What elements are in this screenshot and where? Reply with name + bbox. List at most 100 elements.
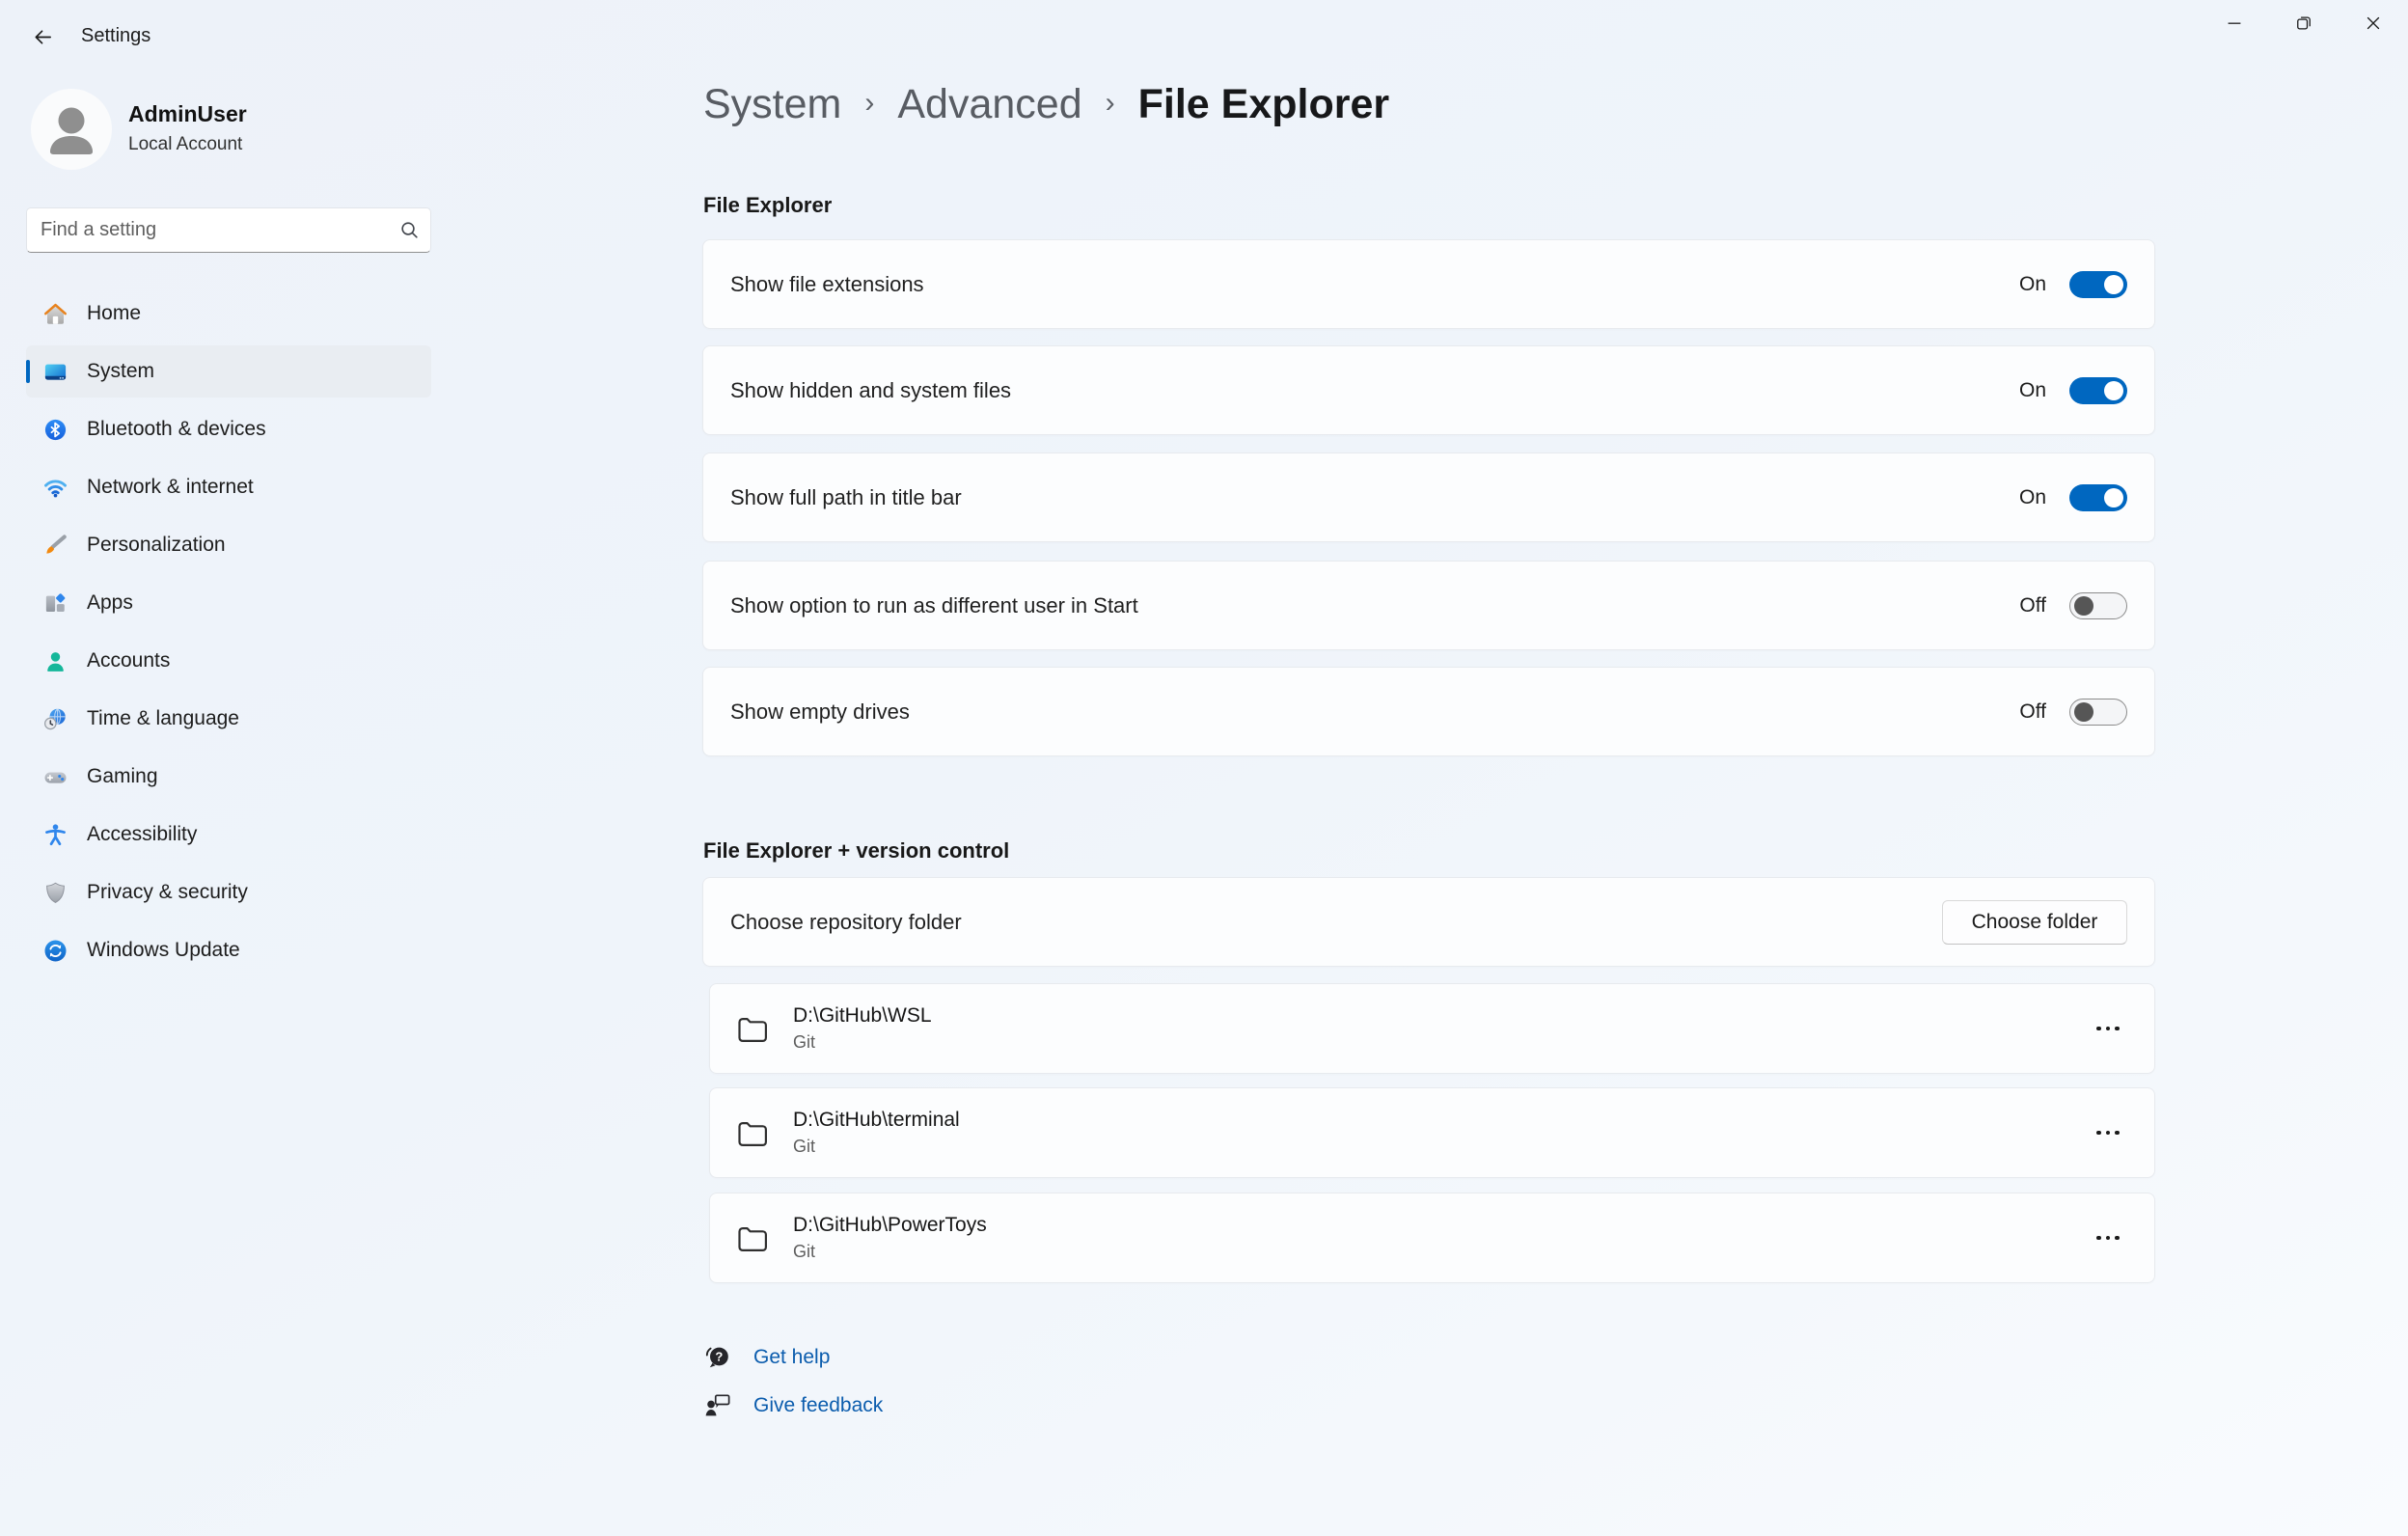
windows-update-icon bbox=[42, 938, 68, 964]
toggle-knob bbox=[2074, 702, 2093, 722]
avatar bbox=[31, 89, 112, 170]
breadcrumb: System › Advanced › File Explorer bbox=[703, 81, 1389, 128]
time-language-icon bbox=[42, 706, 68, 732]
more-options-button[interactable] bbox=[2087, 1009, 2129, 1048]
ellipsis-icon bbox=[2106, 1027, 2111, 1031]
sidebar-item-label: Network & internet bbox=[87, 476, 254, 499]
give-feedback-link[interactable]: Give feedback bbox=[753, 1394, 883, 1417]
back-button[interactable] bbox=[21, 17, 64, 56]
sidebar-item-label: Time & language bbox=[87, 707, 239, 730]
sidebar-item-home[interactable]: Home bbox=[26, 288, 431, 340]
toggle-switch[interactable] bbox=[2069, 377, 2127, 404]
profile-account-type: Local Account bbox=[128, 134, 242, 155]
toggle-switch[interactable] bbox=[2069, 484, 2127, 511]
sidebar-item-privacy-security[interactable]: Privacy & security bbox=[26, 866, 431, 919]
toggle-switch[interactable] bbox=[2069, 271, 2127, 298]
ellipsis-icon bbox=[2106, 1236, 2111, 1241]
sidebar-nav: Home System Bluetooth & devices Network … bbox=[26, 288, 431, 982]
setting-row-show-file-extensions: Show file extensions On bbox=[702, 239, 2155, 329]
restore-button[interactable] bbox=[2269, 0, 2339, 45]
search-icon[interactable] bbox=[399, 220, 420, 240]
selection-indicator bbox=[26, 360, 30, 383]
get-help-row: ? Get help bbox=[703, 1337, 830, 1378]
folder-path: D:\GitHub\terminal bbox=[793, 1109, 960, 1132]
ellipsis-icon bbox=[2096, 1027, 2101, 1031]
folder-vcs-label: Git bbox=[793, 1137, 960, 1157]
window-controls bbox=[2200, 0, 2408, 45]
sidebar-item-accounts[interactable]: Accounts bbox=[26, 635, 431, 687]
toggle-state-label: Off bbox=[2019, 594, 2046, 617]
svg-text:?: ? bbox=[715, 1350, 723, 1364]
repository-row-wsl: D:\GitHub\WSL Git bbox=[709, 983, 2155, 1074]
setting-label: Choose repository folder bbox=[730, 910, 1942, 935]
window-title: Settings bbox=[81, 25, 150, 47]
folder-vcs-label: Git bbox=[793, 1242, 987, 1262]
sidebar-item-label: Gaming bbox=[87, 765, 158, 788]
toggle-state-label: Off bbox=[2019, 700, 2046, 724]
sidebar-item-personalization[interactable]: Personalization bbox=[26, 519, 431, 571]
sidebar-item-apps[interactable]: Apps bbox=[26, 577, 431, 629]
ellipsis-icon bbox=[2115, 1027, 2120, 1031]
more-options-button[interactable] bbox=[2087, 1113, 2129, 1152]
toggle-switch[interactable] bbox=[2069, 592, 2127, 619]
toggle-switch[interactable] bbox=[2069, 699, 2127, 726]
setting-row-show-hidden-system-files: Show hidden and system files On bbox=[702, 345, 2155, 435]
ellipsis-icon bbox=[2115, 1236, 2120, 1241]
more-options-button[interactable] bbox=[2087, 1219, 2129, 1257]
get-help-link[interactable]: Get help bbox=[753, 1346, 830, 1369]
minimize-button[interactable] bbox=[2200, 0, 2269, 45]
toggle-knob bbox=[2104, 488, 2123, 507]
setting-row-choose-repository-folder: Choose repository folder Choose folder bbox=[702, 877, 2155, 967]
toggle-knob bbox=[2104, 381, 2123, 400]
sidebar-item-label: Windows Update bbox=[87, 939, 240, 962]
folder-path: D:\GitHub\PowerToys bbox=[793, 1214, 987, 1237]
minimize-icon bbox=[2224, 13, 2245, 34]
bluetooth-icon bbox=[42, 417, 68, 443]
toggle-state-label: On bbox=[2019, 486, 2046, 509]
sidebar-item-accessibility[interactable]: Accessibility bbox=[26, 809, 431, 861]
sidebar-item-bluetooth-devices[interactable]: Bluetooth & devices bbox=[26, 403, 431, 455]
folder-path: D:\GitHub\WSL bbox=[793, 1004, 932, 1028]
sidebar-item-label: Personalization bbox=[87, 534, 226, 557]
sidebar-item-label: Bluetooth & devices bbox=[87, 418, 266, 441]
toggle-group: Off bbox=[2019, 699, 2127, 726]
toggle-group: On bbox=[2019, 377, 2127, 404]
ellipsis-icon bbox=[2115, 1131, 2120, 1136]
sidebar-item-gaming[interactable]: Gaming bbox=[26, 751, 431, 803]
sidebar-item-network-internet[interactable]: Network & internet bbox=[26, 461, 431, 513]
toggle-knob bbox=[2104, 275, 2123, 294]
setting-row-show-empty-drives: Show empty drives Off bbox=[702, 667, 2155, 756]
accessibility-icon bbox=[42, 822, 68, 848]
setting-label: Show full path in title bar bbox=[730, 485, 2019, 510]
home-icon bbox=[42, 301, 68, 327]
close-icon bbox=[2363, 13, 2384, 34]
network-icon bbox=[42, 475, 68, 501]
search-input[interactable] bbox=[26, 207, 431, 253]
setting-label: Show option to run as different user in … bbox=[730, 593, 2019, 618]
repository-row-powertoys: D:\GitHub\PowerToys Git bbox=[709, 1193, 2155, 1283]
breadcrumb-advanced[interactable]: Advanced bbox=[897, 81, 1081, 128]
toggle-state-label: On bbox=[2019, 273, 2046, 296]
section-title-file-explorer: File Explorer bbox=[703, 193, 832, 218]
breadcrumb-system[interactable]: System bbox=[703, 81, 841, 128]
close-button[interactable] bbox=[2339, 0, 2408, 45]
user-profile[interactable]: AdminUser Local Account bbox=[31, 89, 417, 172]
setting-label: Show empty drives bbox=[730, 699, 2019, 725]
folder-icon bbox=[735, 1013, 770, 1045]
choose-folder-button[interactable]: Choose folder bbox=[1942, 900, 2127, 945]
breadcrumb-separator-icon: › bbox=[864, 87, 874, 120]
ellipsis-icon bbox=[2096, 1236, 2101, 1241]
toggle-group: On bbox=[2019, 271, 2127, 298]
sidebar-item-system[interactable]: System bbox=[26, 345, 431, 398]
page-title: File Explorer bbox=[1138, 81, 1389, 128]
sidebar-item-time-language[interactable]: Time & language bbox=[26, 693, 431, 745]
toggle-state-label: On bbox=[2019, 379, 2046, 402]
sidebar-item-windows-update[interactable]: Windows Update bbox=[26, 924, 431, 976]
ellipsis-icon bbox=[2096, 1131, 2101, 1136]
sidebar-item-label: System bbox=[87, 360, 154, 383]
restore-icon bbox=[2293, 13, 2314, 34]
back-arrow-icon bbox=[32, 26, 54, 48]
gaming-icon bbox=[42, 764, 68, 790]
setting-label: Show hidden and system files bbox=[730, 378, 2019, 403]
apps-icon bbox=[42, 590, 68, 617]
